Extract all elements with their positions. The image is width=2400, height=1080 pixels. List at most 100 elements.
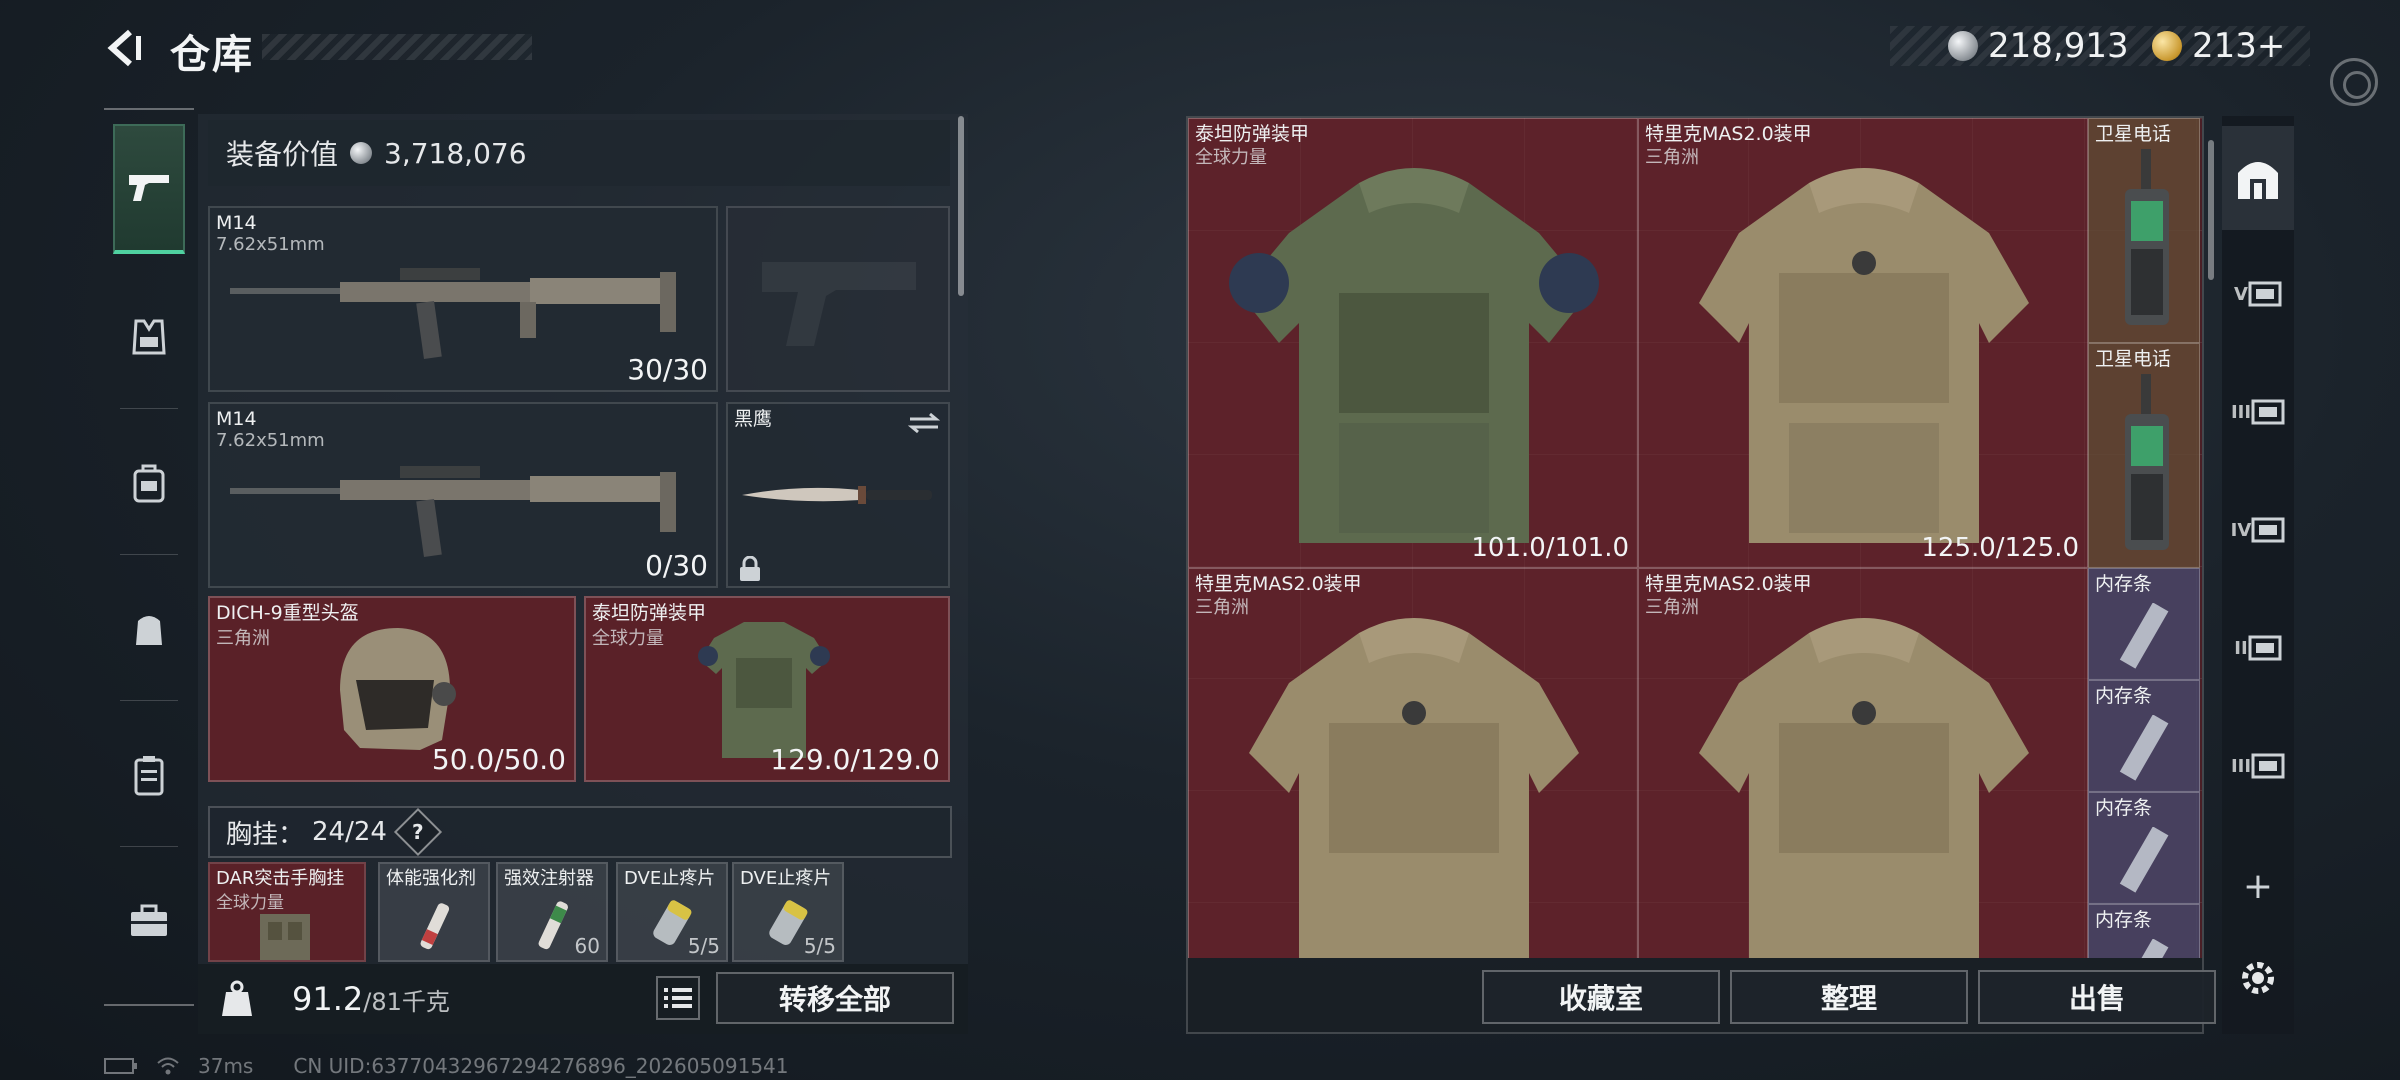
list-view-button[interactable] [656,976,700,1020]
m14-rifle-icon [230,466,676,557]
toolbox-icon [131,904,167,936]
stash-item-ram[interactable]: 内存条 [2088,568,2200,680]
rail-separator [120,554,178,555]
body-armor-icon [1229,168,1599,543]
stash-tab-home[interactable] [2222,126,2294,230]
stash-scrollbar[interactable] [2208,140,2214,280]
stash-settings-button[interactable] [2222,926,2294,1030]
transfer-all-button[interactable]: 转移全部 [716,972,954,1024]
uid-readout: CN UID:6377043296729427689​6_20260509154… [293,1054,789,1078]
chest-rig-item[interactable]: DVE止疼片 5/5 [732,862,844,962]
stash-item-armor[interactable]: 特里克MAS2.0装甲 三角洲 [1188,568,1638,958]
silver-amount: 218,913 [1988,26,2129,66]
stash-tab-4[interactable]: IV [2222,478,2294,582]
stash-item-ram[interactable]: 内存条 [2088,792,2200,904]
stash-item-armor[interactable]: 特里克MAS2.0装甲 三角洲 125.0/125.0 [1638,118,2088,568]
rail-tab-armor[interactable] [113,272,185,402]
ram-stick-icon [2119,827,2169,893]
rail-separator [120,846,178,847]
list-icon [664,988,692,1008]
lock-icon [740,556,760,581]
chest-rig-label: 胸挂： [226,819,305,850]
satellite-phone-icon [2125,149,2169,325]
primary-weapon-slot-1[interactable]: M14 7.62x51mm 30/30 [208,206,718,392]
stash-item-ram[interactable]: 内存条 [2088,904,2200,958]
loadout-scrollbar[interactable] [958,116,964,296]
ram-stick-icon [2119,603,2169,669]
sidearm-slot-empty[interactable] [726,206,950,392]
chest-rig-item[interactable]: DAR突击手胸挂 全球力量 [208,862,366,962]
stash-tab-label: II [2234,637,2248,659]
stash-tab-3b-icon [2251,753,2285,779]
stash-tab-5[interactable]: V [2222,242,2294,346]
wifi-icon [157,1057,179,1075]
chest-rig-icon [260,914,310,960]
rail-tab-case[interactable] [113,710,185,840]
armor-name: 泰坦防弹装甲 [592,602,707,624]
item-count: 5/5 [687,934,720,958]
page-title: 仓库 [170,32,254,78]
stash-tab-4-icon [2251,517,2285,543]
body-armor-slot[interactable]: 泰坦防弹装甲 全球力量 129.0/129.0 [584,596,950,782]
stash-item-armor[interactable]: 泰坦防弹装甲 全球力量 101.0/101.0 [1188,118,1638,568]
weapon-name: M14 [216,408,257,430]
system-menu-button[interactable] [2330,58,2378,106]
stash-tab-3[interactable]: III [2222,360,2294,464]
gold-amount: 213+ [2192,26,2286,66]
helmet-slot[interactable]: DICH-9重型头盔 三角洲 50.0/50.0 [208,596,576,782]
silver-coin-icon [1948,31,1978,61]
rail-separator [120,700,178,701]
stash-item-phone[interactable]: 卫星电话 [2088,343,2200,568]
stash-item-ram[interactable]: 内存条 [2088,680,2200,792]
stash-item-armor[interactable]: 特里克MAS2.0装甲 三角洲 [1638,568,2088,958]
back-button[interactable] [100,24,148,72]
item-name: 卫星电话 [2095,123,2172,145]
rail-tab-pouch[interactable] [113,564,185,694]
swap-icon[interactable] [908,412,940,434]
silver-currency[interactable]: 218,913 [1948,26,2129,66]
rail-tab-backpack[interactable] [113,418,185,548]
add-stash-tab-button[interactable]: + [2222,846,2294,926]
camo-armor-icon [1699,618,2029,958]
ram-stick-icon [2119,939,2169,958]
stash-tab-2[interactable]: II [2222,596,2294,700]
item-name: 卫星电话 [2095,348,2172,370]
equipment-value: 3,718,076 [384,136,527,170]
chest-rig-item[interactable]: DVE止疼片 5/5 [616,862,728,962]
ram-stick-icon [2119,715,2169,781]
chest-rig-capacity: 24/24 [312,817,387,847]
rail-tab-weapons[interactable] [113,124,185,254]
camo-armor-icon [1699,168,2029,543]
help-button[interactable]: ? [393,807,442,857]
helmet-maker: 三角洲 [216,628,270,649]
melee-slot[interactable]: 黑鹰 [726,402,950,588]
gold-currency[interactable]: 213+ [2152,26,2285,66]
primary-weapon-slot-2[interactable]: M14 7.62x51mm 0/30 [208,402,718,588]
stash-item-phone[interactable]: 卫星电话 [2088,118,2200,343]
satellite-phone-icon [2125,374,2169,550]
armor-durability: 129.0/129.0 [770,743,940,776]
chest-rig-bar: 胸挂： 24/24 ? [208,806,952,858]
item-name: 内存条 [2095,573,2153,595]
stash-grid: 泰坦防弹装甲 全球力量 101.0/101.0 特里克MAS2.0装甲 三角洲 … [1188,118,2202,958]
chest-rig-item[interactable]: 体能强化剂 [378,862,490,962]
stash-tab-3-icon [2251,399,2285,425]
collection-room-button[interactable]: 收藏室 [1482,970,1720,1024]
equipment-value-row: 装备价值 3,718,076 [208,120,950,186]
rail-divider [104,1004,194,1006]
sell-button[interactable]: 出售 [1978,970,2216,1024]
stash-tab-3b[interactable]: III [2222,714,2294,818]
item-name: 内存条 [2095,685,2153,707]
home-tab-icon [2238,162,2278,199]
stash-tab-label: IV [2230,519,2252,541]
chest-rig-item[interactable]: 强效注射器 60 [496,862,608,962]
organize-button[interactable]: 整理 [1730,970,1968,1024]
item-name: DVE止疼片 [740,868,832,889]
rail-divider [104,108,194,110]
armor-maker: 全球力量 [592,628,664,649]
rail-tab-toolbox[interactable] [113,856,185,986]
gear-icon [2242,962,2274,994]
weight-icon [218,978,256,1020]
weapon-name: M14 [216,212,257,234]
helmet-icon [340,628,456,750]
